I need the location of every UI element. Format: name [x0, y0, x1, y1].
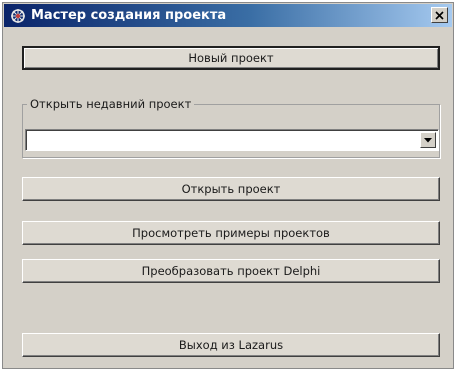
open-project-label: Открыть проект: [181, 182, 281, 196]
exit-lazarus-label: Выход из Lazarus: [178, 338, 284, 352]
new-project-button[interactable]: Новый проект: [22, 46, 440, 70]
open-project-button[interactable]: Открыть проект: [22, 177, 440, 201]
title-bar[interactable]: Мастер создания проекта: [4, 4, 452, 27]
convert-delphi-label: Преобразовать проект Delphi: [141, 264, 321, 278]
recent-project-combobox[interactable]: [25, 129, 439, 151]
close-icon: [435, 10, 444, 20]
window-title: Мастер создания проекта: [31, 8, 227, 23]
convert-delphi-button[interactable]: Преобразовать проект Delphi: [22, 259, 440, 283]
recent-project-group-label: Открыть недавний проект: [27, 97, 195, 111]
view-examples-button[interactable]: Просмотреть примеры проектов: [22, 221, 440, 245]
exit-lazarus-button[interactable]: Выход из Lazarus: [22, 333, 440, 357]
lazarus-app-icon: [10, 8, 26, 24]
view-examples-label: Просмотреть примеры проектов: [132, 226, 330, 240]
close-button[interactable]: [431, 7, 448, 23]
new-project-label: Новый проект: [188, 51, 274, 65]
chevron-down-icon: [424, 137, 432, 142]
dropdown-button[interactable]: [420, 132, 436, 148]
project-wizard-window: Мастер создания проекта Новый проект Отк…: [2, 2, 454, 369]
